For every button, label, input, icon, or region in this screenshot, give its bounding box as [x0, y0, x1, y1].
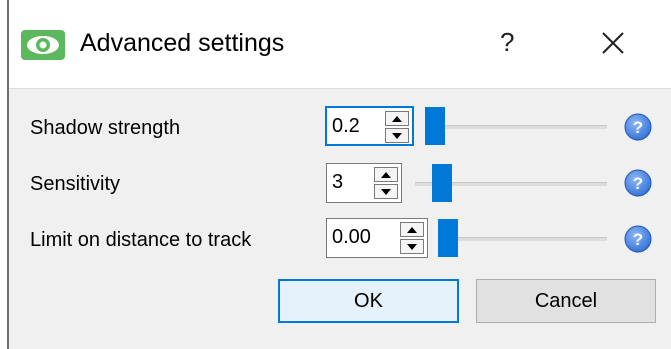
close-icon[interactable]: [598, 28, 628, 58]
shadow-strength-label: Shadow strength: [30, 117, 181, 139]
up-arrow-icon: [392, 115, 402, 122]
sensitivity-spinbox[interactable]: 3: [326, 163, 402, 203]
ok-button[interactable]: OK: [278, 279, 459, 323]
slider-track: [438, 237, 607, 241]
increment-button[interactable]: [400, 222, 424, 237]
slider-thumb[interactable]: [438, 219, 458, 257]
shadow-strength-value[interactable]: 0.2: [332, 115, 360, 138]
decrement-button[interactable]: [400, 239, 424, 254]
up-arrow-icon: [407, 226, 417, 233]
svg-text:?: ?: [633, 174, 643, 193]
up-arrow-icon: [381, 171, 391, 178]
sensitivity-label: Sensitivity: [30, 173, 121, 195]
distance-limit-slider[interactable]: [438, 218, 607, 258]
down-arrow-icon: [407, 243, 417, 250]
down-arrow-icon: [392, 132, 402, 139]
increment-button[interactable]: [374, 167, 398, 182]
down-arrow-icon: [381, 188, 391, 195]
sensitivity-stepper[interactable]: [374, 167, 398, 199]
increment-button[interactable]: [385, 111, 409, 126]
title-help-button[interactable]: ?: [500, 27, 514, 58]
distance-limit-value[interactable]: 0.00: [332, 226, 371, 249]
shadow-strength-stepper[interactable]: [385, 111, 409, 143]
distance-limit-label: Limit on distance to track: [30, 229, 252, 251]
cancel-button[interactable]: Cancel: [476, 279, 656, 323]
help-icon[interactable]: ?: [623, 168, 653, 198]
help-icon[interactable]: ?: [623, 112, 653, 142]
sensitivity-value[interactable]: 3: [332, 171, 343, 194]
svg-text:?: ?: [633, 230, 643, 249]
sensitivity-slider[interactable]: [415, 163, 607, 203]
slider-thumb[interactable]: [432, 164, 452, 202]
shadow-strength-slider[interactable]: [425, 106, 607, 146]
window-title: Advanced settings: [80, 29, 285, 57]
distance-limit-stepper[interactable]: [400, 222, 424, 254]
svg-text:?: ?: [633, 118, 643, 137]
slider-track: [425, 125, 607, 129]
shadow-strength-spinbox[interactable]: 0.2: [325, 106, 414, 146]
decrement-button[interactable]: [385, 128, 409, 143]
distance-limit-spinbox[interactable]: 0.00: [326, 218, 428, 258]
eye-icon: [21, 30, 65, 60]
help-icon[interactable]: ?: [623, 224, 653, 254]
decrement-button[interactable]: [374, 184, 398, 199]
slider-thumb[interactable]: [425, 107, 445, 145]
